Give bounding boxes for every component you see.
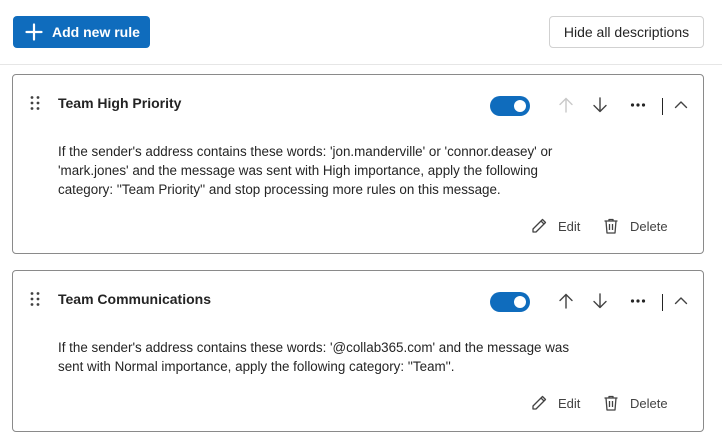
move-up-button[interactable] bbox=[556, 95, 576, 115]
chevron-up-icon bbox=[674, 297, 688, 305]
pencil-icon bbox=[532, 395, 547, 410]
arrow-down-icon bbox=[593, 293, 607, 309]
rule-description-line: If the sender's address contains these w… bbox=[58, 340, 570, 355]
rule-description: If the sender's address contains these w… bbox=[58, 142, 588, 199]
collapse-button[interactable] bbox=[671, 291, 691, 311]
trash-icon bbox=[604, 395, 618, 411]
edit-label: Edit bbox=[558, 218, 581, 234]
arrow-up-icon bbox=[559, 293, 573, 309]
plus-icon bbox=[25, 23, 43, 41]
more-icon bbox=[630, 299, 646, 303]
delete-label: Delete bbox=[630, 218, 668, 234]
drag-handle-icon[interactable] bbox=[29, 95, 41, 111]
toolbar-divider bbox=[662, 294, 663, 311]
rule-description-line: sent with Normal importance, apply the f… bbox=[58, 359, 455, 374]
edit-button[interactable]: Edit bbox=[530, 394, 580, 412]
pencil-icon bbox=[532, 218, 547, 233]
rule-enabled-toggle[interactable] bbox=[490, 96, 530, 116]
rule-description-line: 'mark.jones' and the message was sent wi… bbox=[58, 163, 538, 178]
move-up-button[interactable] bbox=[556, 291, 576, 311]
arrow-down-icon bbox=[593, 97, 607, 113]
rules-toolbar: Add new rule Hide all descriptions bbox=[0, 0, 722, 65]
more-icon bbox=[630, 103, 646, 107]
more-options-button[interactable] bbox=[628, 95, 648, 115]
delete-button[interactable]: Delete bbox=[602, 394, 668, 412]
collapse-button[interactable] bbox=[671, 95, 691, 115]
rule-title: Team Communications bbox=[58, 291, 211, 307]
toggle-knob bbox=[514, 100, 526, 112]
add-new-rule-label: Add new rule bbox=[52, 24, 140, 40]
add-new-rule-button[interactable]: Add new rule bbox=[13, 16, 150, 48]
toggle-knob bbox=[514, 296, 526, 308]
edit-button[interactable]: Edit bbox=[530, 217, 580, 235]
move-down-button[interactable] bbox=[590, 95, 610, 115]
chevron-up-icon bbox=[674, 101, 688, 109]
delete-label: Delete bbox=[630, 395, 668, 411]
move-down-button[interactable] bbox=[590, 291, 610, 311]
trash-icon bbox=[604, 218, 618, 234]
rule-title: Team High Priority bbox=[58, 95, 182, 111]
rule-card: Team Communications If the sender's addr… bbox=[12, 270, 704, 432]
delete-button[interactable]: Delete bbox=[602, 217, 668, 235]
edit-label: Edit bbox=[558, 395, 581, 411]
toolbar-divider bbox=[662, 98, 663, 115]
arrow-up-icon bbox=[559, 97, 573, 113]
rule-enabled-toggle[interactable] bbox=[490, 292, 530, 312]
hide-all-descriptions-label: Hide all descriptions bbox=[563, 24, 690, 40]
rule-description-line: category: ''Team Priority'' and stop pro… bbox=[58, 182, 501, 197]
drag-handle-icon[interactable] bbox=[29, 291, 41, 307]
hide-all-descriptions-button[interactable]: Hide all descriptions bbox=[549, 16, 704, 48]
rule-description-line: If the sender's address contains these w… bbox=[58, 144, 553, 159]
more-options-button[interactable] bbox=[628, 291, 648, 311]
rule-card: Team High Priority If the sender's addre… bbox=[12, 74, 704, 254]
rule-description: If the sender's address contains these w… bbox=[58, 338, 588, 376]
